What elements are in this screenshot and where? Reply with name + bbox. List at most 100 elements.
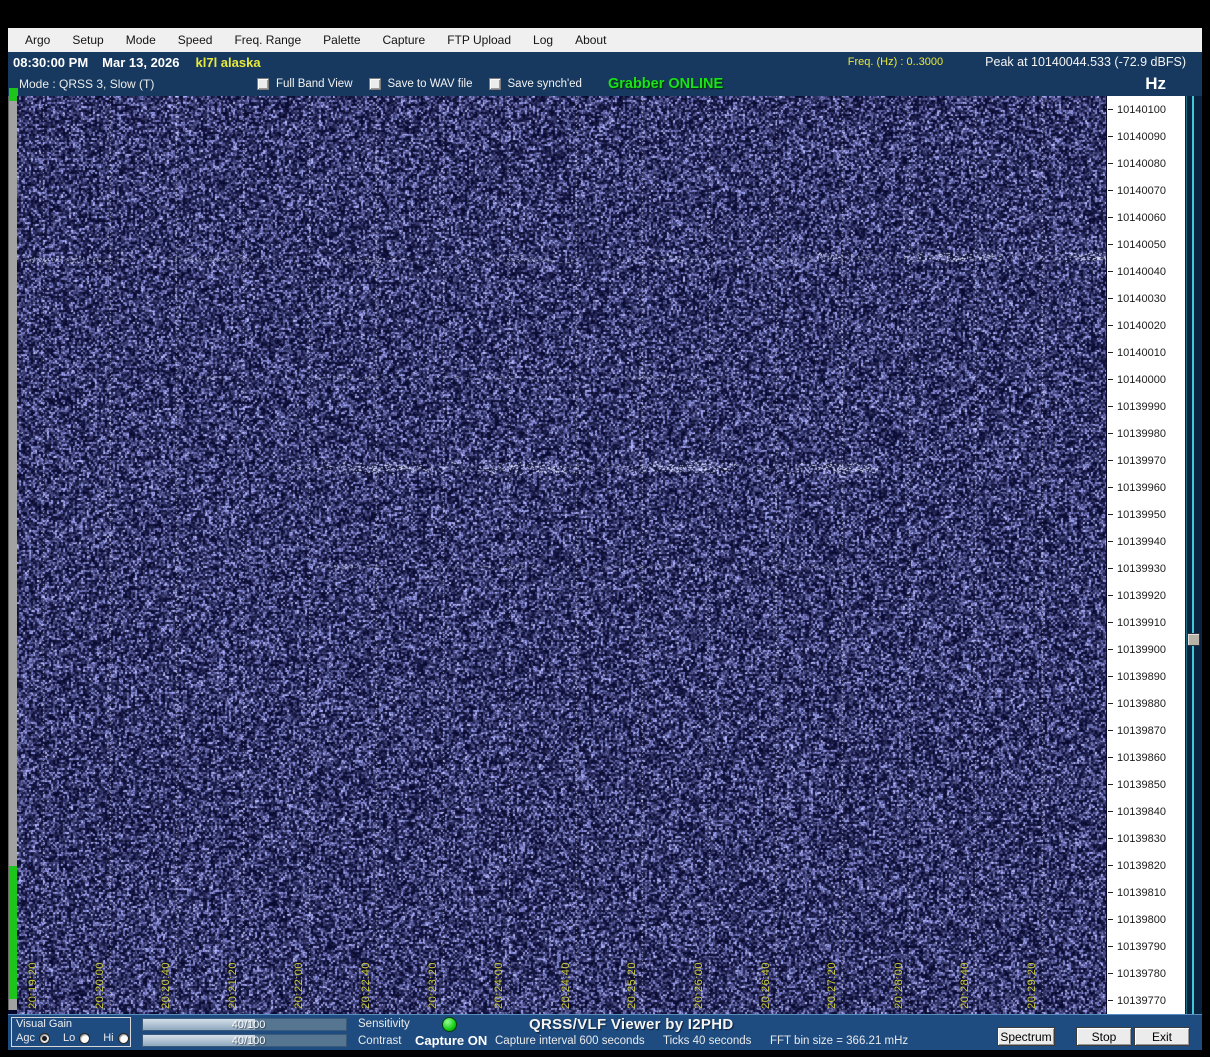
radio-button-icon[interactable] <box>38 1032 50 1044</box>
freq-scale-row: 10140000 <box>1107 366 1185 393</box>
freq-scale-row: 10140030 <box>1107 285 1185 312</box>
freq-tick-mark <box>1108 136 1113 137</box>
checkbox-label: Full Band View <box>276 78 353 90</box>
spectrogram-panel: 20:19:20 20:20:00 20:20:40 20:21:20 20:22:00… <box>17 96 1106 1014</box>
freq-scale-row: 10139770 <box>1107 987 1185 1014</box>
freq-tick-mark <box>1108 460 1113 461</box>
frequency-scale: 10140100 10140090 10140080 10140070 1014… <box>1106 96 1185 1014</box>
slider-thumb[interactable] <box>1187 633 1200 646</box>
checkbox-icon[interactable] <box>368 78 381 90</box>
freq-scale-row: 10139970 <box>1107 447 1185 474</box>
freq-scale-row: 10139980 <box>1107 420 1185 447</box>
time-tick-label: 20:22:40 <box>360 962 372 1009</box>
time-tick-label: 20:28:00 <box>893 962 905 1009</box>
freq-scale-row: 10139790 <box>1107 933 1185 960</box>
menu-item[interactable]: Argo <box>14 29 61 51</box>
freq-tick-label: 10140010 <box>1117 346 1166 359</box>
freq-scale-row: 10139900 <box>1107 636 1185 663</box>
menu-item[interactable]: Log <box>522 29 564 51</box>
freq-scale-row: 10139800 <box>1107 906 1185 933</box>
menu-item[interactable]: Capture <box>372 29 437 51</box>
freq-scale-row: 10139960 <box>1107 474 1185 501</box>
radio-option[interactable]: Lo <box>63 1032 94 1044</box>
exit-button[interactable]: Exit <box>1134 1027 1190 1046</box>
menu-item[interactable]: Mode <box>115 29 167 51</box>
freq-tick-mark <box>1108 190 1113 191</box>
checkbox-group[interactable]: Save to WAV file <box>368 78 473 90</box>
time-tick-label: 20:26:00 <box>693 962 705 1009</box>
sensitivity-slider[interactable]: 40/100 <box>142 1018 347 1031</box>
freq-tick-label: 10140050 <box>1117 238 1166 251</box>
spectrum-button[interactable]: Spectrum <box>997 1027 1055 1046</box>
freq-scale-row: 10140040 <box>1107 258 1185 285</box>
grabber-status: Grabber ONLINE <box>607 76 724 92</box>
time-tick-label: 20:19:20 <box>27 962 39 1009</box>
radio-button-icon[interactable] <box>117 1032 129 1044</box>
freq-scale-row: 10139880 <box>1107 690 1185 717</box>
freq-scale-row: 10139780 <box>1107 960 1185 987</box>
spectrogram-display <box>17 96 1106 1014</box>
freq-tick-mark <box>1108 865 1113 866</box>
slider-track-line-dim <box>1186 96 1187 1014</box>
checkbox-icon[interactable] <box>488 78 501 90</box>
freq-scale-row: 10140090 <box>1107 123 1185 150</box>
time-tick-label: 20:26:40 <box>760 962 772 1009</box>
menu-item[interactable]: Palette <box>312 29 371 51</box>
capture-interval-label: Capture interval 600 seconds <box>495 1035 645 1047</box>
visual-gain-title: Visual Gain <box>16 1018 73 1030</box>
visual-gain-group: Visual Gain Agc Lo Hi <box>11 1017 131 1047</box>
freq-tick-mark <box>1108 514 1113 515</box>
checkbox-group[interactable]: Full Band View <box>257 78 353 90</box>
radio-label: Hi <box>103 1032 114 1044</box>
menu-item[interactable]: Freq. Range <box>223 29 312 51</box>
menu-item[interactable]: Speed <box>167 29 224 51</box>
menu-item[interactable]: FTP Upload <box>436 29 522 51</box>
freq-scale-row: 10139950 <box>1107 501 1185 528</box>
sensitivity-label: Sensitivity <box>358 1018 410 1030</box>
menu-bar: Argo Setup Mode Speed Freq. Range Palette Capt… <box>8 28 1202 52</box>
checkbox-row: Full Band View Save to WAV file Save syn… <box>241 78 582 90</box>
freq-scale-row: 10140100 <box>1107 96 1185 123</box>
menu-item[interactable]: Setup <box>61 29 114 51</box>
freq-scale-row: 10139820 <box>1107 852 1185 879</box>
freq-tick-mark <box>1108 892 1113 893</box>
time-tick-label: 20:28:40 <box>959 962 971 1009</box>
freq-tick-mark <box>1108 946 1113 947</box>
freq-scale-row: 10139860 <box>1107 744 1185 771</box>
freq-tick-mark <box>1108 352 1113 353</box>
radio-button-icon[interactable] <box>79 1032 91 1044</box>
freq-tick-label: 10139840 <box>1117 805 1166 818</box>
menu-item[interactable]: About <box>564 29 617 51</box>
mode-bar: Mode : QRSS 3, Slow (T) Full Band View S… <box>8 72 1202 96</box>
radio-option[interactable]: Agc <box>16 1032 54 1044</box>
freq-tick-label: 10139870 <box>1117 724 1166 737</box>
app-title: QRSS/VLF Viewer by I2PHD <box>529 1016 734 1033</box>
ticks-info-label: Ticks 40 seconds <box>663 1035 752 1047</box>
time-tick-label: 20:29:20 <box>1026 962 1038 1009</box>
freq-tick-label: 10139990 <box>1117 400 1166 413</box>
freq-scale-row: 10139890 <box>1107 663 1185 690</box>
freq-tick-label: 10139910 <box>1117 616 1166 629</box>
checkbox-group[interactable]: Save synch'ed <box>488 78 582 90</box>
freq-scale-row: 10139830 <box>1107 825 1185 852</box>
frequency-offset-slider <box>1185 96 1202 1014</box>
freq-scale-row: 10139930 <box>1107 555 1185 582</box>
stop-button[interactable]: Stop <box>1076 1027 1132 1046</box>
freq-scale-row: 10139920 <box>1107 582 1185 609</box>
checkbox-icon[interactable] <box>257 78 269 90</box>
freq-tick-mark <box>1108 703 1113 704</box>
contrast-slider[interactable]: 40/100 <box>142 1034 347 1047</box>
freq-tick-label: 10140100 <box>1117 103 1166 116</box>
freq-tick-label: 10139920 <box>1117 589 1166 602</box>
freq-tick-label: 10140080 <box>1117 157 1166 170</box>
info-bar: 08:30:00 PM Mar 13, 2026 kl7l alaska Fre… <box>8 52 1202 72</box>
freq-tick-label: 10139880 <box>1117 697 1166 710</box>
freq-tick-label: 10139960 <box>1117 481 1166 494</box>
time-tick-label: 20:23:20 <box>427 962 439 1009</box>
freq-tick-label: 10140090 <box>1117 130 1166 143</box>
freq-scale-row: 10139870 <box>1107 717 1185 744</box>
freq-tick-mark <box>1108 595 1113 596</box>
freq-scale-row: 10139810 <box>1107 879 1185 906</box>
time-tick-label: 20:22:00 <box>293 962 305 1009</box>
radio-option[interactable]: Hi <box>103 1032 132 1044</box>
